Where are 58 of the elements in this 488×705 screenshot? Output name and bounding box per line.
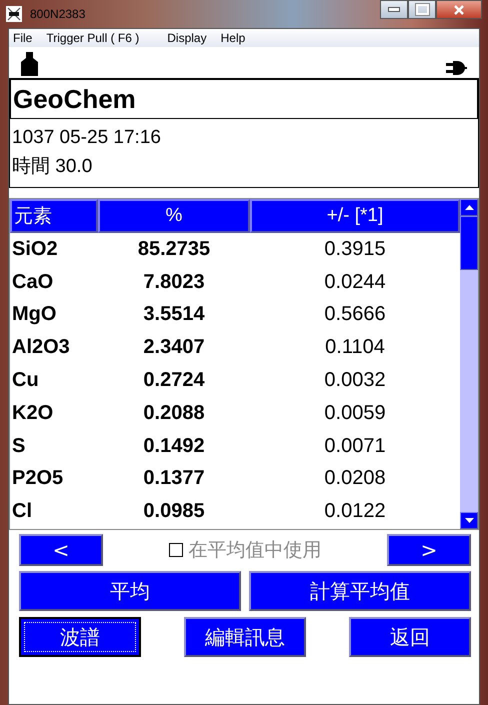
table-cell-text: K2O bbox=[11, 402, 54, 425]
scrollbar[interactable] bbox=[460, 199, 478, 529]
table-cell-text: 0.0244 bbox=[323, 270, 387, 294]
action-button[interactable]: 編輯訊息 bbox=[184, 617, 306, 657]
table-cell-text: 0.5666 bbox=[323, 303, 387, 326]
table-cell-text: 0.0032 bbox=[323, 369, 387, 392]
menu-item[interactable]: File bbox=[13, 31, 32, 45]
table-cell-text: 0.3915 bbox=[323, 238, 387, 261]
table-cell-text: 85.2735 bbox=[136, 238, 212, 261]
table-cell-text: Cu bbox=[11, 369, 40, 392]
table-cell-text: 0.0122 bbox=[323, 500, 387, 524]
table-cell-text: 0.1492 bbox=[142, 434, 206, 458]
scroll-thumb[interactable] bbox=[460, 216, 478, 270]
app-icon bbox=[6, 6, 22, 22]
column-header[interactable]: % bbox=[98, 199, 250, 233]
table-cell-text: 0.0208 bbox=[323, 467, 387, 490]
scroll-down-button[interactable] bbox=[460, 512, 478, 529]
column-header[interactable]: 元素 bbox=[10, 199, 98, 233]
previous-button[interactable]: < bbox=[19, 534, 103, 566]
average-button[interactable]: 平均 bbox=[19, 571, 241, 611]
menu-item[interactable]: Trigger Pull ( F6 ) bbox=[46, 31, 140, 45]
table-cell-text: MgO bbox=[11, 303, 58, 326]
table-cell-text: 3.5514 bbox=[142, 303, 206, 326]
close-icon bbox=[453, 4, 465, 14]
table-cell-text: Al2O3 bbox=[11, 336, 71, 360]
table-cell-text: 0.2088 bbox=[142, 402, 206, 425]
maximize-button[interactable] bbox=[408, 0, 436, 19]
close-button[interactable] bbox=[436, 0, 482, 19]
table-cell-text: 0.1377 bbox=[142, 467, 206, 490]
table-cell-text: Cl bbox=[11, 500, 33, 524]
scroll-up-button[interactable] bbox=[460, 199, 478, 216]
table-cell-text: 0.0985 bbox=[142, 500, 206, 524]
time-info: 時間 30.0 bbox=[12, 155, 94, 179]
average-button[interactable]: 計算平均值 bbox=[249, 571, 471, 611]
next-button[interactable]: > bbox=[387, 534, 471, 566]
table-cell-text: CaO bbox=[11, 270, 54, 294]
table-cell-text: S bbox=[11, 434, 26, 458]
plug-icon bbox=[443, 60, 467, 76]
app-title: GeoChem bbox=[13, 84, 136, 114]
reading-info: 1037 05-25 17:16 bbox=[12, 127, 162, 149]
table-cell-text: 0.0071 bbox=[323, 434, 387, 458]
table-cell-text: 0.2724 bbox=[142, 369, 206, 392]
column-header[interactable]: +/- [*1] bbox=[250, 199, 460, 233]
table-cell-text: SiO2 bbox=[11, 238, 59, 261]
up-arrow-icon bbox=[464, 205, 474, 210]
window-title: 800N2383 bbox=[30, 7, 86, 21]
down-arrow-icon bbox=[464, 518, 474, 523]
table-cell-text: 2.3407 bbox=[142, 336, 206, 360]
minimize-button[interactable] bbox=[380, 0, 408, 19]
table-cell-text: P2O5 bbox=[11, 467, 64, 490]
table-cell-text: 0.0059 bbox=[323, 402, 387, 425]
action-button[interactable]: 波譜 bbox=[19, 617, 141, 657]
probe-icon bbox=[21, 52, 38, 76]
menu-item[interactable]: Help bbox=[220, 31, 246, 45]
table-cell-text: 0.1104 bbox=[324, 336, 386, 360]
menu-item[interactable]: Display bbox=[167, 31, 207, 45]
action-button[interactable]: 返回 bbox=[349, 617, 471, 657]
table-cell-text: 7.8023 bbox=[142, 270, 206, 294]
